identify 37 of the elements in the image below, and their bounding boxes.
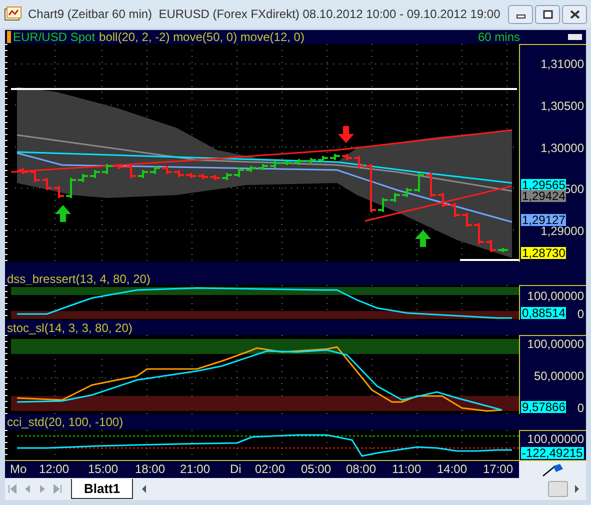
time-label: 17:00 <box>483 462 514 477</box>
value-badge: 1,29127 <box>521 214 566 226</box>
legend-text: boll(20, 2, -2) move(50, 0) move(12, 0) <box>99 31 304 43</box>
time-label: 21:00 <box>180 462 210 477</box>
time-label: 05:00 <box>301 462 332 477</box>
value-badge: 0,88514 <box>521 307 566 319</box>
value-badge: 1,28730 <box>521 247 566 259</box>
value-badge: 1,29424 <box>521 190 566 202</box>
axis-label: 0 <box>577 308 584 320</box>
legend-text: stoc_sl(14, 3, 3, 80, 20) <box>7 322 132 334</box>
time-label: 14:00 <box>437 462 468 477</box>
axis-label: 100,00000 <box>527 338 584 350</box>
value-badge: 1,29565 <box>521 179 566 191</box>
axis-label: 1,30500 <box>540 100 584 112</box>
axis-label: 0 <box>577 402 584 414</box>
time-label: 02:00 <box>255 462 286 477</box>
value-badge: 9,57866 <box>521 401 566 413</box>
time-label: 12:00 <box>39 462 70 477</box>
timeframe-label: 60 mins <box>478 31 520 43</box>
legend-text: cci_std(20, 100, -100) <box>7 416 124 428</box>
axis-label: 100,00000 <box>527 290 584 302</box>
time-label: Mo <box>10 462 27 477</box>
axis-label: 50,00000 <box>534 370 584 382</box>
window-title: Chart9 (Zeitbar 60 min) EURUSD (Forex FXdirekt) 08.10.2012 10:00 - 09.10.2012 19:00 <box>28 6 500 23</box>
time-label: 11:00 <box>392 462 422 477</box>
sheet-tab[interactable]: Blatt1 <box>71 479 134 499</box>
value-badge: -122,49215 <box>521 447 584 459</box>
axis-label: 100,00000 <box>527 433 584 445</box>
time-label: 08:00 <box>346 462 376 477</box>
axis-label: 1,29000 <box>540 225 584 237</box>
axis-label: 1,31000 <box>540 58 584 70</box>
legend-text: dss_bressert(13, 4, 80, 20) <box>7 272 150 284</box>
legend-text: EUR/USD Spot <box>13 31 96 43</box>
time-label: 18:00 <box>135 462 166 477</box>
time-label: Di <box>230 462 242 477</box>
time-label: 15:00 <box>88 462 118 477</box>
axis-label: 1,30000 <box>540 142 584 154</box>
